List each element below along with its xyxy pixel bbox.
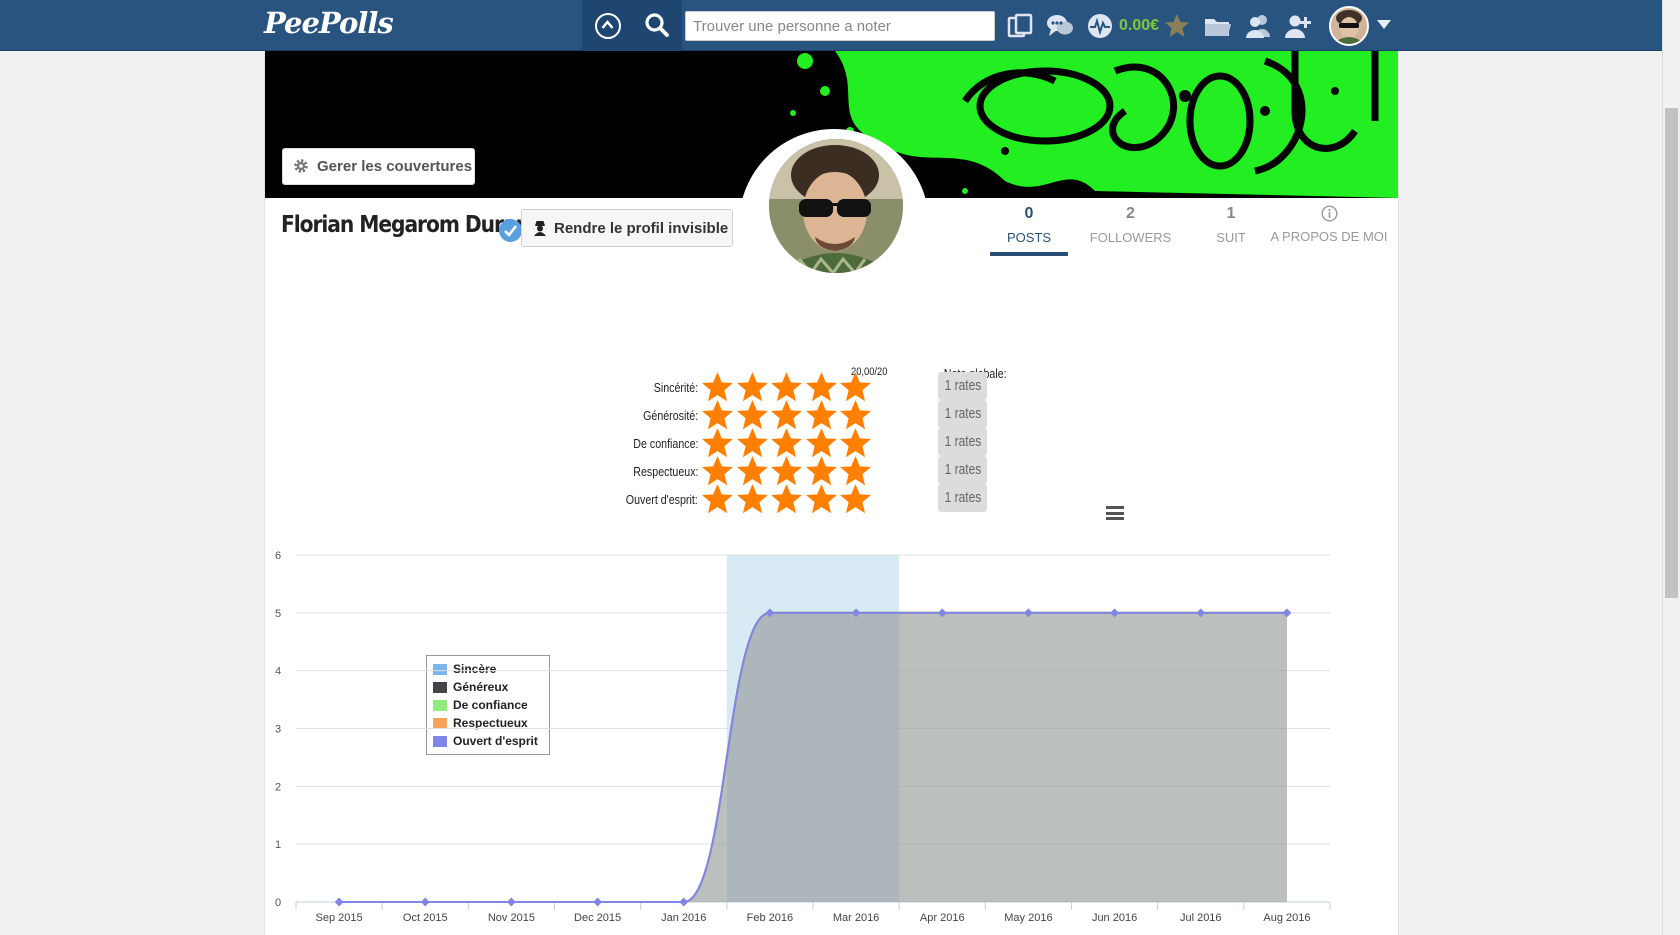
chart-menu-icon[interactable] [1106, 506, 1124, 520]
star-icon[interactable] [770, 427, 803, 458]
y-tick-label: 3 [275, 724, 281, 736]
profile-photo[interactable] [739, 129, 929, 319]
star-icon[interactable] [736, 399, 769, 430]
star-icon[interactable] [839, 371, 872, 402]
tab-followers[interactable]: 2 FOLLOWERS [1088, 205, 1173, 245]
rates-badge: 1 rates [938, 400, 987, 428]
home-icon[interactable] [595, 13, 621, 39]
account-dropdown-icon[interactable] [1377, 20, 1391, 29]
star-icon[interactable] [839, 455, 872, 486]
x-tick-label: May 2016 [1004, 912, 1052, 924]
star-icon[interactable] [1162, 11, 1192, 41]
data-point [421, 897, 430, 907]
x-tick-label: Oct 2015 [403, 912, 448, 924]
spy-icon [534, 221, 546, 236]
star-icon[interactable] [805, 483, 838, 514]
rating-label: Sincérité: [653, 380, 698, 395]
app-logo[interactable]: PeePolls [264, 6, 394, 40]
rating-label: Respectueux: [632, 464, 698, 479]
rates-badge: 1 rates [938, 428, 987, 456]
series-area [339, 612, 1287, 902]
rating-label: Générosité: [642, 408, 698, 423]
y-tick-label: 4 [275, 666, 281, 678]
x-tick-label: Sep 2015 [316, 912, 363, 924]
make-invisible-button[interactable]: Rendre le profil invisible [521, 209, 733, 247]
y-tick-label: 1 [275, 839, 281, 851]
rates-badge: 1 rates [938, 484, 987, 512]
star-icon[interactable] [805, 455, 838, 486]
rates-badge: 1 rates [938, 372, 987, 400]
star-icon[interactable] [805, 371, 838, 402]
star-icon[interactable] [701, 371, 734, 402]
manage-covers-label: Gerer les couvertures [317, 158, 473, 175]
star-icon[interactable] [736, 371, 769, 402]
star-icon[interactable] [805, 399, 838, 430]
star-icon[interactable] [839, 483, 872, 514]
star-icon[interactable] [701, 455, 734, 486]
x-tick-label: Apr 2016 [920, 912, 965, 924]
star-icon[interactable] [701, 427, 734, 458]
star-rating[interactable] [701, 371, 886, 402]
star-icon[interactable] [736, 455, 769, 486]
y-tick-label: 6 [275, 550, 281, 562]
star-icon[interactable] [805, 427, 838, 458]
user-avatar[interactable] [1329, 6, 1369, 46]
y-tick-label: 2 [275, 781, 281, 793]
active-tab-indicator [990, 252, 1068, 256]
rates-badge: 1 rates [938, 456, 987, 484]
star-icon[interactable] [839, 427, 872, 458]
star-icon[interactable] [770, 399, 803, 430]
search-input[interactable] [685, 11, 995, 41]
x-tick-label: Feb 2016 [747, 912, 793, 924]
star-rating[interactable] [701, 427, 886, 458]
verified-icon [499, 219, 522, 242]
balance-value[interactable]: 0.00€ [1119, 17, 1159, 35]
make-invisible-label: Rendre le profil invisible [554, 219, 729, 237]
x-tick-label: Jan 2016 [661, 912, 706, 924]
activity-icon[interactable] [1085, 11, 1115, 41]
info-icon [1320, 205, 1338, 222]
star-icon[interactable] [770, 455, 803, 486]
x-tick-label: Mar 2016 [833, 912, 879, 924]
x-tick-label: Nov 2015 [488, 912, 535, 924]
star-icon[interactable] [770, 371, 803, 402]
star-icon[interactable] [701, 483, 734, 514]
data-point [593, 897, 602, 907]
rating-label: Ouvert d'esprit: [626, 492, 698, 507]
data-point [334, 897, 344, 907]
y-tick-label: 0 [275, 897, 281, 909]
star-icon[interactable] [736, 483, 769, 514]
x-tick-label: Aug 2016 [1263, 912, 1310, 924]
y-tick-label: 5 [275, 608, 281, 620]
x-tick-label: Dec 2015 [574, 912, 621, 924]
rating-history-chart: 0 1 2 3 4 5 6 Sep 2015 Oct 2015 Nov 2015 Dec 2015 J… [275, 550, 1331, 924]
gear-icon [294, 159, 308, 173]
add-user-icon[interactable] [1283, 11, 1313, 41]
tab-about[interactable]: A PROPOS DE MOI [1269, 205, 1389, 244]
rating-label: De confiance: [632, 436, 698, 451]
star-rating[interactable] [701, 399, 886, 430]
folder-icon[interactable] [1202, 11, 1232, 41]
star-rating[interactable] [701, 455, 886, 486]
star-icon[interactable] [770, 483, 803, 514]
tab-suit[interactable]: 1 SUIT [1201, 205, 1261, 245]
top-navbar: PeePolls 0.00€ [0, 0, 1662, 51]
x-tick-label: Jun 2016 [1092, 912, 1137, 924]
manage-covers-button[interactable]: Gerer les couvertures [282, 148, 475, 185]
star-rating[interactable] [701, 483, 886, 514]
users-icon[interactable] [1243, 11, 1273, 41]
x-tick-label: Jul 2016 [1180, 912, 1222, 924]
star-icon[interactable] [701, 399, 734, 430]
star-icon[interactable] [839, 399, 872, 430]
star-icon[interactable] [736, 427, 769, 458]
scrollbar-thumb[interactable] [1665, 108, 1678, 598]
data-point [507, 897, 516, 907]
tab-posts[interactable]: 0 POSTS [1007, 205, 1051, 245]
data-point [679, 897, 688, 907]
search-icon[interactable] [644, 12, 670, 43]
devices-icon[interactable] [1005, 11, 1035, 41]
chat-icon[interactable] [1045, 11, 1075, 41]
